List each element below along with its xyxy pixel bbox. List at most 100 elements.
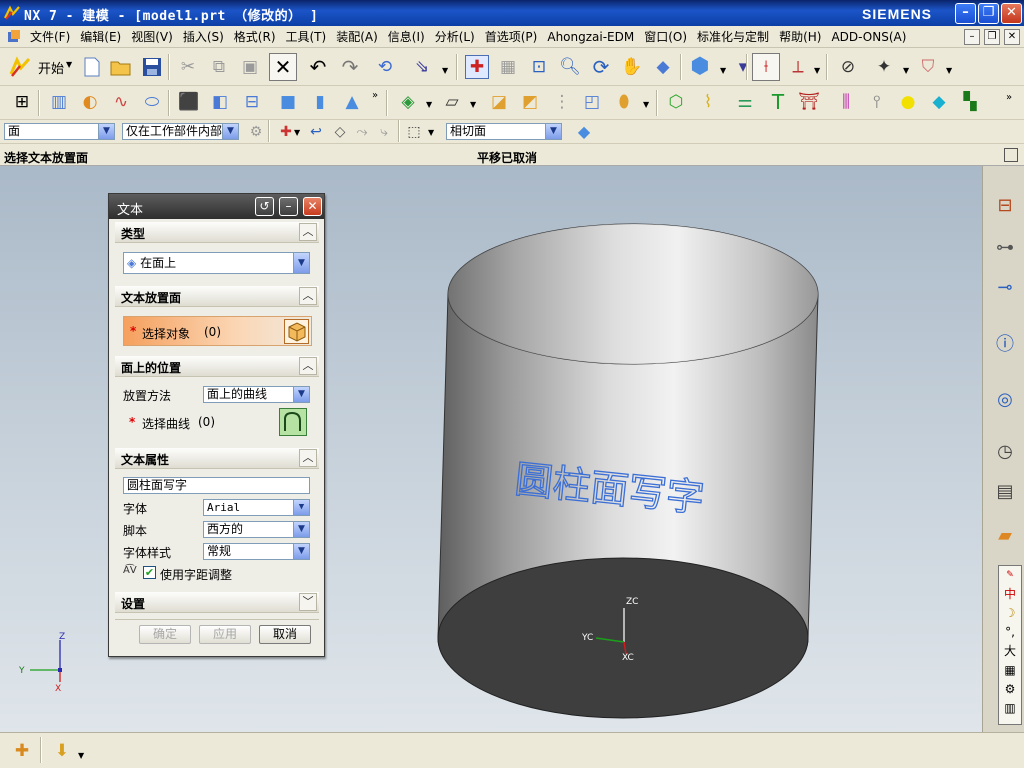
cooling-icon[interactable]: ●	[896, 90, 920, 114]
add-component-icon[interactable]: ⬇	[50, 739, 74, 763]
menu-item-12[interactable]: 标准化与定制	[695, 29, 777, 45]
add-component-dropdown-icon[interactable]: ▼	[78, 751, 84, 760]
select-curve-icon[interactable]	[279, 408, 307, 436]
box-select-icon[interactable]: ⬚	[402, 120, 426, 144]
ime-logo-icon[interactable]: ✎	[999, 566, 1021, 585]
zoom-icon[interactable]: 🔍︎	[558, 55, 582, 79]
sketch-icon[interactable]: ⊞	[10, 90, 34, 114]
type-filter-select[interactable]: 面 ▼	[4, 123, 115, 140]
render-style-icon[interactable]: ⬢	[688, 55, 712, 79]
cue-maximize-icon[interactable]	[1004, 148, 1018, 162]
delete-icon[interactable]: ✕	[269, 53, 297, 81]
selection-icon[interactable]: ⇘	[410, 55, 434, 79]
menu-item-0[interactable]: 文件(F)	[28, 29, 78, 45]
type-section-header[interactable]: 类型 ︿	[115, 222, 319, 243]
pan-icon[interactable]: ✋	[620, 55, 644, 79]
web-browser-icon[interactable]: ◎	[992, 386, 1018, 412]
tube-icon[interactable]: ⬭	[140, 90, 164, 114]
ime-halfwidth-toggle[interactable]: ☽	[999, 604, 1021, 623]
perspective-icon[interactable]: ◆	[651, 55, 675, 79]
sweep-icon[interactable]: ∿	[109, 90, 133, 114]
cylinder-solid-icon[interactable]: ▮	[308, 90, 332, 114]
constraint-navigator-icon[interactable]: ⊶	[992, 234, 1018, 260]
arrow-icon[interactable]: ↩	[304, 120, 328, 144]
boss-icon[interactable]: ◩	[518, 90, 542, 114]
sprue-icon[interactable]: ⫯	[865, 90, 889, 114]
menu-item-9[interactable]: 首选项(P)	[483, 29, 546, 45]
system-materials-icon[interactable]: ▤	[992, 478, 1018, 504]
point-dropdown-icon[interactable]: ▼	[903, 66, 909, 75]
solid-body-icon[interactable]: ◆	[572, 120, 596, 144]
text-type-select[interactable]: ◈ 在面上 ▼	[123, 252, 310, 274]
chevron-up-icon[interactable]: ︿	[299, 449, 317, 467]
wcs-dropdown-icon[interactable]: ▼	[814, 66, 820, 75]
menu-item-8[interactable]: 分析(L)	[433, 29, 483, 45]
text-input[interactable]: 圆柱面写字	[123, 477, 310, 494]
select-curve-label[interactable]: 选择曲线	[142, 415, 190, 432]
doc-close-button[interactable]: ✕	[1004, 29, 1020, 45]
select-object-row[interactable]: * 选择对象 (0)	[123, 316, 312, 346]
chevron-up-icon[interactable]: ︿	[299, 287, 317, 305]
block-icon[interactable]: ◧	[208, 90, 232, 114]
section-dropdown-icon[interactable]: ▼	[946, 66, 952, 75]
plane-icon[interactable]: ▱	[440, 90, 464, 114]
more-features-icon[interactable]: »	[372, 90, 378, 101]
datum-dropdown-icon[interactable]: ▼	[426, 100, 432, 109]
plane-dropdown-icon[interactable]: ▼	[470, 100, 476, 109]
thread-icon[interactable]: ⋮	[550, 90, 574, 114]
dialog-title-bar[interactable]: 文本 ↺ – ✕	[109, 194, 324, 219]
assembly-navigator-icon[interactable]: ⊟	[992, 192, 1018, 218]
undo-icon[interactable]: ↶	[306, 55, 330, 79]
measure-icon[interactable]: ⊘	[836, 55, 860, 79]
app-menu-icon[interactable]	[6, 29, 22, 45]
doc-minimize-button[interactable]: –	[964, 29, 980, 45]
box-select-dropdown-icon[interactable]: ▼	[428, 128, 434, 137]
text-properties-section-header[interactable]: 文本属性 ︿	[115, 448, 319, 469]
pin-icon[interactable]: ⚌	[733, 90, 757, 114]
insert-icon[interactable]: ◆	[927, 90, 951, 114]
redo-icon[interactable]: ↷	[338, 55, 362, 79]
rotate-icon[interactable]: ⟳	[589, 55, 613, 79]
reset-icon[interactable]: ↺	[255, 197, 274, 216]
datum-icon[interactable]: ◈	[396, 90, 420, 114]
part-navigator-icon[interactable]: ⊸	[992, 274, 1018, 300]
menu-item-10[interactable]: Ahongzai-EDM	[545, 29, 642, 45]
nut-icon[interactable]: ⬡	[664, 90, 688, 114]
bolt-icon[interactable]: T	[766, 90, 790, 114]
chevron-down-icon[interactable]: ﹀	[299, 593, 317, 611]
extrude-icon[interactable]: ▥	[47, 90, 71, 114]
ime-settings-icon[interactable]: ⚙	[999, 680, 1021, 699]
slider-icon[interactable]: ▚	[958, 90, 982, 114]
ime-help-icon[interactable]: ▥	[999, 699, 1021, 718]
snap-dropdown-icon[interactable]: ▼	[294, 128, 300, 137]
new-file-icon[interactable]	[80, 55, 104, 79]
ime-mode-toggle[interactable]: 中	[999, 585, 1021, 604]
doc-restore-button[interactable]: ❐	[984, 29, 1000, 45]
zoom-box-icon[interactable]: ▦	[496, 55, 520, 79]
emboss-icon[interactable]: ⬮	[612, 90, 636, 114]
start-menu-button[interactable]: 开始	[38, 58, 64, 77]
ime-softkeyboard-toggle[interactable]: ▦	[999, 661, 1021, 680]
ime-case-toggle[interactable]: 大	[999, 642, 1021, 661]
ejector-icon[interactable]: ⫼	[834, 90, 858, 114]
more-tools-icon[interactable]: »	[1006, 92, 1012, 103]
chevron-up-icon[interactable]: ︿	[299, 357, 317, 375]
menu-item-7[interactable]: 信息(I)	[386, 29, 433, 45]
section-view-icon[interactable]: ⛉	[916, 55, 940, 79]
point-icon[interactable]: ✦	[872, 55, 896, 79]
fit-view-icon[interactable]: ✚	[465, 55, 489, 79]
save-icon[interactable]	[140, 55, 164, 79]
chevron-up-icon[interactable]: ︿	[299, 223, 317, 241]
placement-face-section-header[interactable]: 文本放置面 ︿	[115, 286, 319, 307]
kerning-checkbox[interactable]: ✔	[143, 566, 156, 579]
curve-rule-icon[interactable]: ⤳	[350, 120, 374, 144]
info-icon[interactable]: ⓘ	[992, 330, 1018, 356]
menu-item-11[interactable]: 窗口(O)	[642, 29, 695, 45]
cancel-button[interactable]: 取消	[259, 625, 311, 644]
menu-item-5[interactable]: 工具(T)	[284, 29, 335, 45]
restore-button[interactable]: ❐	[978, 3, 999, 24]
menu-item-4[interactable]: 格式(R)	[232, 29, 284, 45]
paste-icon[interactable]: ▣	[238, 55, 262, 79]
revolve-icon[interactable]: ◐	[78, 90, 102, 114]
nx5-feature-icon[interactable]: ⬛	[177, 90, 201, 114]
